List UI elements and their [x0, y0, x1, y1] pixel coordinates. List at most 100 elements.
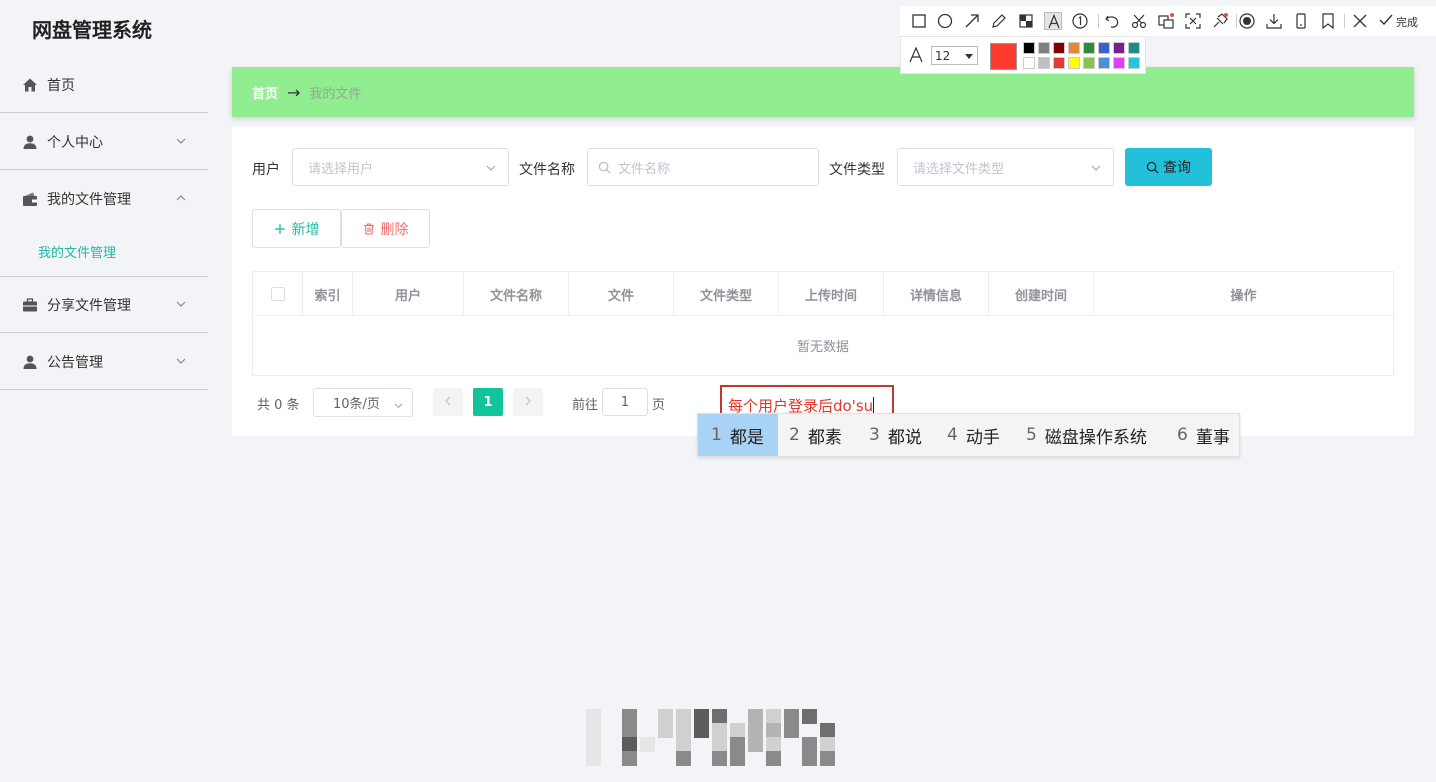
ime-candidate[interactable]: 3 都说 [869, 414, 922, 456]
color-swatch[interactable] [1068, 57, 1080, 69]
sidebar-item-announcements[interactable]: 公告管理 [0, 334, 208, 390]
prev-page-button[interactable] [433, 388, 463, 416]
color-swatch[interactable] [1098, 42, 1110, 54]
number-icon[interactable] [1071, 12, 1089, 30]
undo-icon[interactable] [1103, 12, 1121, 30]
done-button-label: 完成 [1396, 15, 1418, 29]
ime-candidate[interactable]: 6 董事 [1177, 414, 1230, 456]
mosaic-block [802, 737, 817, 752]
query-button[interactable]: 查询 [1125, 148, 1212, 186]
filename-input-placeholder: 文件名称 [618, 161, 671, 177]
color-swatch[interactable] [1038, 42, 1050, 54]
pencil-icon[interactable] [990, 12, 1008, 30]
ime-candidate[interactable]: 1 都是 [698, 414, 778, 456]
done-button[interactable]: 完成 [1378, 12, 1418, 31]
ime-candidate[interactable]: 4 动手 [947, 414, 1000, 456]
mosaic-block [694, 723, 709, 738]
mosaic-block [748, 709, 763, 724]
font-size-select[interactable]: 12 [931, 46, 978, 65]
breadcrumb-home[interactable]: 首页 [252, 83, 278, 102]
color-swatch[interactable] [1023, 42, 1035, 54]
download-icon[interactable] [1265, 12, 1283, 30]
goto-page-input[interactable]: 1 [602, 388, 648, 416]
sidebar-item-share-files[interactable]: 分享文件管理 [0, 277, 208, 333]
arrow-icon[interactable] [963, 12, 981, 30]
user-icon [22, 354, 38, 370]
cut-icon[interactable] [1130, 12, 1148, 30]
mosaic-block [766, 709, 781, 724]
user-icon [22, 134, 38, 150]
sidebar-item-my-files[interactable]: 我的文件管理 [0, 171, 208, 227]
mosaic-block [676, 723, 691, 738]
user-select[interactable]: 请选择用户 [292, 148, 509, 186]
mosaic-block [640, 737, 655, 752]
mosaic-block [802, 709, 817, 724]
sidebar-item-personal-center[interactable]: 个人中心 [0, 114, 208, 170]
mosaic-block [784, 723, 799, 738]
close-icon[interactable] [1351, 12, 1369, 30]
mosaic-redaction [570, 709, 866, 766]
ocr-icon[interactable] [1157, 12, 1175, 30]
mosaic-block [730, 737, 745, 752]
pin-icon[interactable] [1211, 12, 1229, 30]
next-page-button[interactable] [513, 388, 543, 416]
mosaic-block [622, 709, 637, 724]
chevron-down-icon [486, 162, 496, 172]
color-swatch[interactable] [1038, 57, 1050, 69]
color-swatch[interactable] [1128, 57, 1140, 69]
mosaic-block [712, 751, 727, 766]
add-button[interactable]: 新增 [252, 209, 341, 248]
plus-icon [274, 223, 286, 235]
select-all-checkbox[interactable] [270, 287, 285, 301]
color-swatch[interactable] [1068, 42, 1080, 54]
home-icon [22, 77, 38, 93]
color-swatch[interactable] [1113, 42, 1125, 54]
color-swatch[interactable] [1128, 42, 1140, 54]
mosaic-icon[interactable] [1017, 12, 1035, 30]
rectangle-icon[interactable] [910, 12, 928, 30]
ime-candidate-text: 动手 [965, 427, 1000, 448]
chevron-down-icon [176, 354, 186, 364]
filename-input[interactable]: 文件名称 [587, 148, 819, 186]
color-swatch[interactable] [1098, 57, 1110, 69]
mosaic-block [766, 723, 781, 738]
filetype-select[interactable]: 请选择文件类型 [897, 148, 1114, 186]
ime-candidate[interactable]: 2 都素 [789, 414, 842, 456]
ime-candidate-number: 6 [1177, 425, 1188, 445]
mosaic-block [712, 723, 727, 738]
goto-label: 前往 [572, 398, 599, 413]
ime-candidate[interactable]: 5 磁盘操作系统 [1026, 414, 1147, 456]
color-swatch[interactable] [1053, 57, 1065, 69]
check-icon [1378, 12, 1396, 31]
mosaic-block [694, 709, 709, 724]
ime-candidate-text: 都是 [729, 427, 764, 448]
color-swatch[interactable] [1083, 57, 1095, 69]
mobile-icon[interactable] [1292, 12, 1310, 30]
mosaic-block [658, 723, 673, 738]
color-swatch[interactable] [1053, 42, 1065, 54]
color-swatch[interactable] [1083, 42, 1095, 54]
text-annotation-box[interactable]: 每个用户登录后do'su [720, 385, 894, 415]
capture-icon[interactable] [1184, 12, 1202, 30]
query-button-label: 查询 [1163, 160, 1191, 176]
ellipse-icon[interactable] [936, 12, 954, 30]
pagination-total: 共 0 条 [257, 398, 300, 413]
record-icon[interactable] [1238, 12, 1256, 30]
bookmark-icon[interactable] [1319, 12, 1337, 30]
file-table: 索引 用户 文件名称 文件 文件类型 上传时间 详情信息 创建时间 操作 暂无数… [252, 271, 1394, 376]
color-swatch[interactable] [1113, 57, 1125, 69]
chevron-down-icon [176, 297, 186, 307]
filename-filter-label: 文件名称 [519, 162, 575, 178]
sidebar-item-home[interactable]: 首页 [0, 57, 208, 113]
current-color-swatch[interactable] [990, 43, 1017, 70]
text-icon[interactable] [1044, 12, 1062, 30]
chevron-left-icon [443, 394, 453, 410]
page-number-current[interactable]: 1 [473, 388, 503, 416]
page-size-select[interactable]: 10条/页 [313, 388, 413, 417]
delete-button[interactable]: 删除 [341, 209, 430, 248]
mosaic-block [586, 737, 601, 752]
chevron-down-icon [1091, 162, 1101, 172]
annotation-toolbar: 完成 [900, 6, 1436, 36]
sidebar-subitem-my-files[interactable]: 我的文件管理 [38, 242, 116, 261]
color-swatch[interactable] [1023, 57, 1035, 69]
